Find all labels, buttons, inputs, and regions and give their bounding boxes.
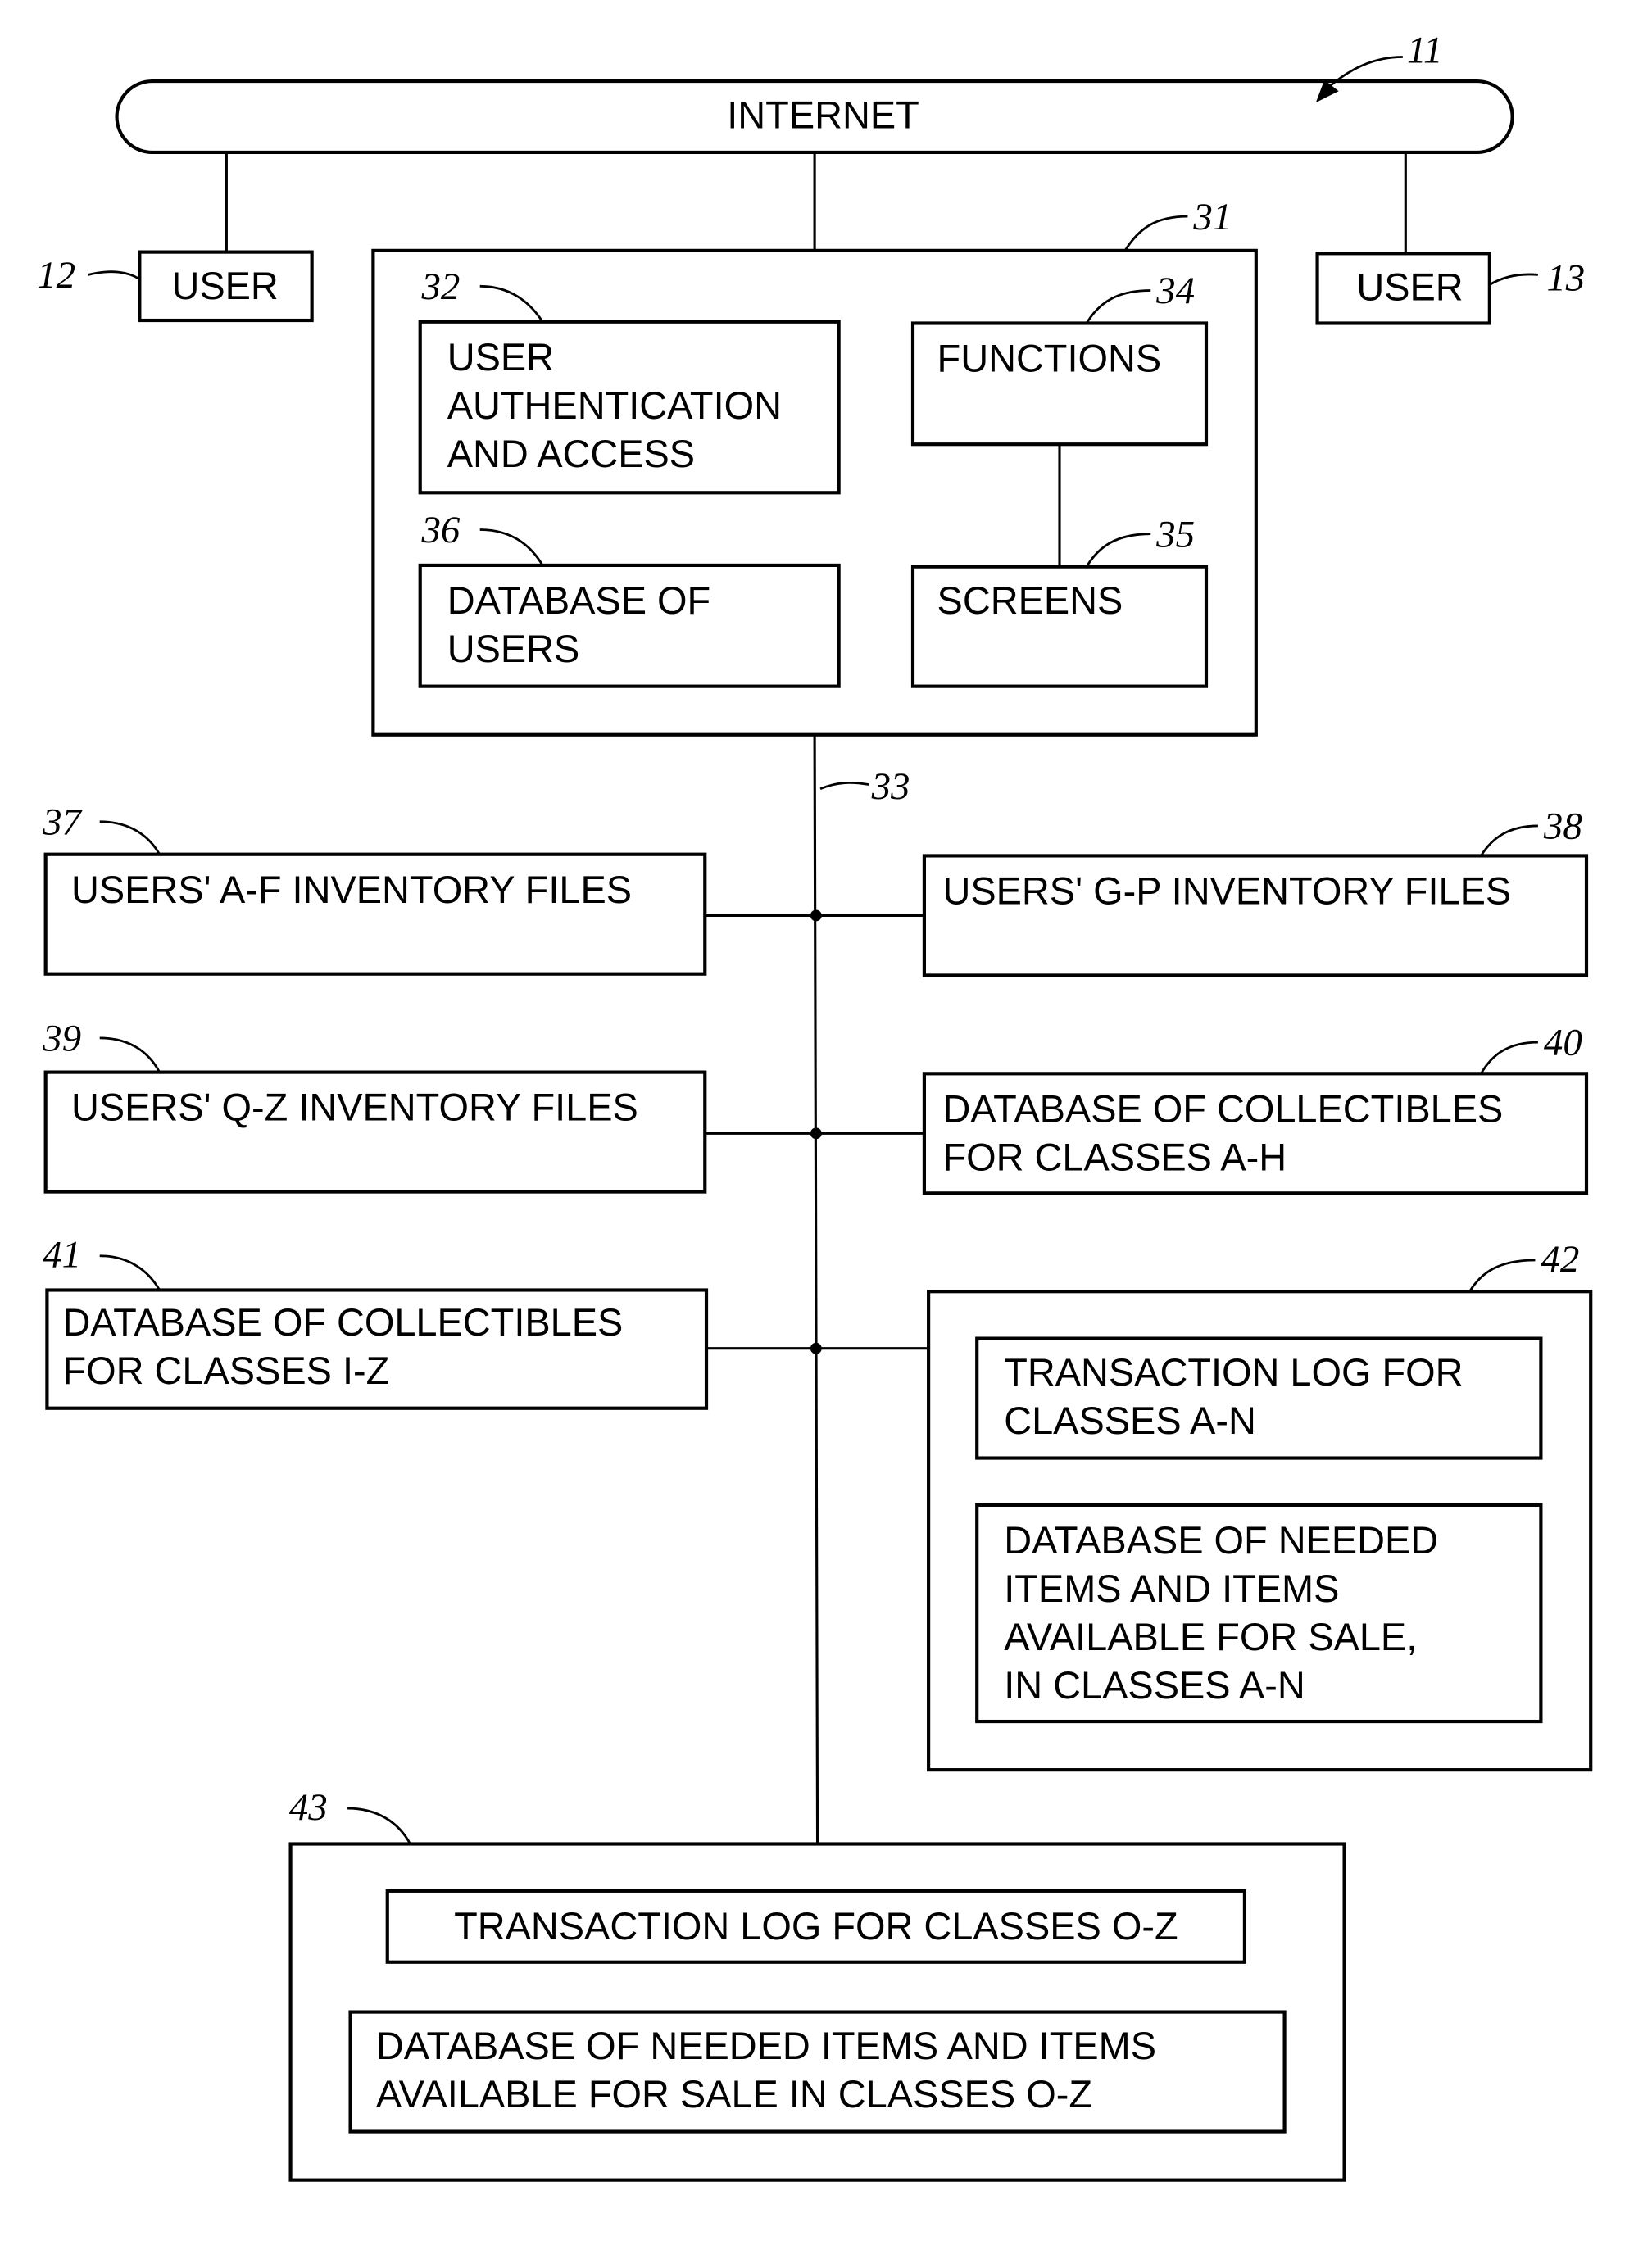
internet-node: INTERNET 11 bbox=[115, 29, 1514, 155]
ref-13: 13 bbox=[1546, 257, 1585, 300]
internet-label: INTERNET bbox=[727, 93, 919, 136]
group-classes-oz: 43 TRANSACTION LOG FOR CLASSES O-Z DATAB… bbox=[288, 1786, 1346, 2182]
inventory-af-node: 37 USERS' A-F INVENTORY FILES bbox=[42, 800, 707, 976]
functions-label: FUNCTIONS bbox=[937, 338, 1162, 380]
ref-11: 11 bbox=[1407, 29, 1442, 71]
inventory-af-label: USERS' A-F INVENTORY FILES bbox=[71, 868, 632, 911]
ref-39: 39 bbox=[42, 1018, 81, 1060]
ref-41: 41 bbox=[43, 1234, 81, 1277]
ref-37: 37 bbox=[42, 800, 83, 843]
inventory-qz-node: 39 USERS' Q-Z INVENTORY FILES bbox=[42, 1018, 707, 1194]
ref-31: 31 bbox=[1192, 196, 1232, 238]
ref-40: 40 bbox=[1544, 1022, 1582, 1064]
ref-38: 38 bbox=[1543, 805, 1582, 848]
ref-32: 32 bbox=[420, 265, 460, 308]
collectibles-iz-node: 41 DATABASE OF COLLECTIBLES FOR CLASSES … bbox=[43, 1234, 709, 1410]
system-diagram: INTERNET 11 USER 12 USER 13 31 32 USER A… bbox=[37, 29, 1593, 2182]
log-oz-label: TRANSACTION LOG FOR CLASSES O-Z bbox=[454, 1905, 1178, 1948]
junction-dot bbox=[810, 909, 822, 922]
ref-36: 36 bbox=[420, 509, 460, 551]
user-node-right: USER 13 bbox=[1315, 252, 1585, 325]
inventory-gp-label: USERS' G-P INVENTORY FILES bbox=[943, 870, 1512, 913]
inventory-gp-node: 38 USERS' G-P INVENTORY FILES bbox=[922, 805, 1589, 977]
ref-34: 34 bbox=[1155, 270, 1195, 312]
ref-33: 33 bbox=[871, 765, 910, 808]
user-left-label: USER bbox=[171, 265, 278, 307]
screens-label: SCREENS bbox=[937, 579, 1123, 622]
group-classes-an: 42 TRANSACTION LOG FOR CLASSES A-N DATAB… bbox=[927, 1238, 1593, 1772]
ref-42: 42 bbox=[1541, 1238, 1579, 1281]
ref-35: 35 bbox=[1155, 513, 1195, 556]
ref-12: 12 bbox=[37, 254, 75, 297]
collectibles-ah-node: 40 DATABASE OF COLLECTIBLES FOR CLASSES … bbox=[922, 1022, 1589, 1195]
junction-dot bbox=[810, 1127, 822, 1140]
junction-dot bbox=[810, 1342, 822, 1354]
bus-line: 33 bbox=[813, 734, 910, 1846]
user-right-label: USER bbox=[1356, 266, 1463, 309]
server-node: 31 32 USER AUTHENTICATION AND ACCESS 34 … bbox=[371, 196, 1258, 737]
inventory-qz-label: USERS' Q-Z INVENTORY FILES bbox=[71, 1086, 638, 1129]
user-node-left: USER 12 bbox=[37, 250, 314, 323]
ref-43: 43 bbox=[289, 1786, 328, 1829]
